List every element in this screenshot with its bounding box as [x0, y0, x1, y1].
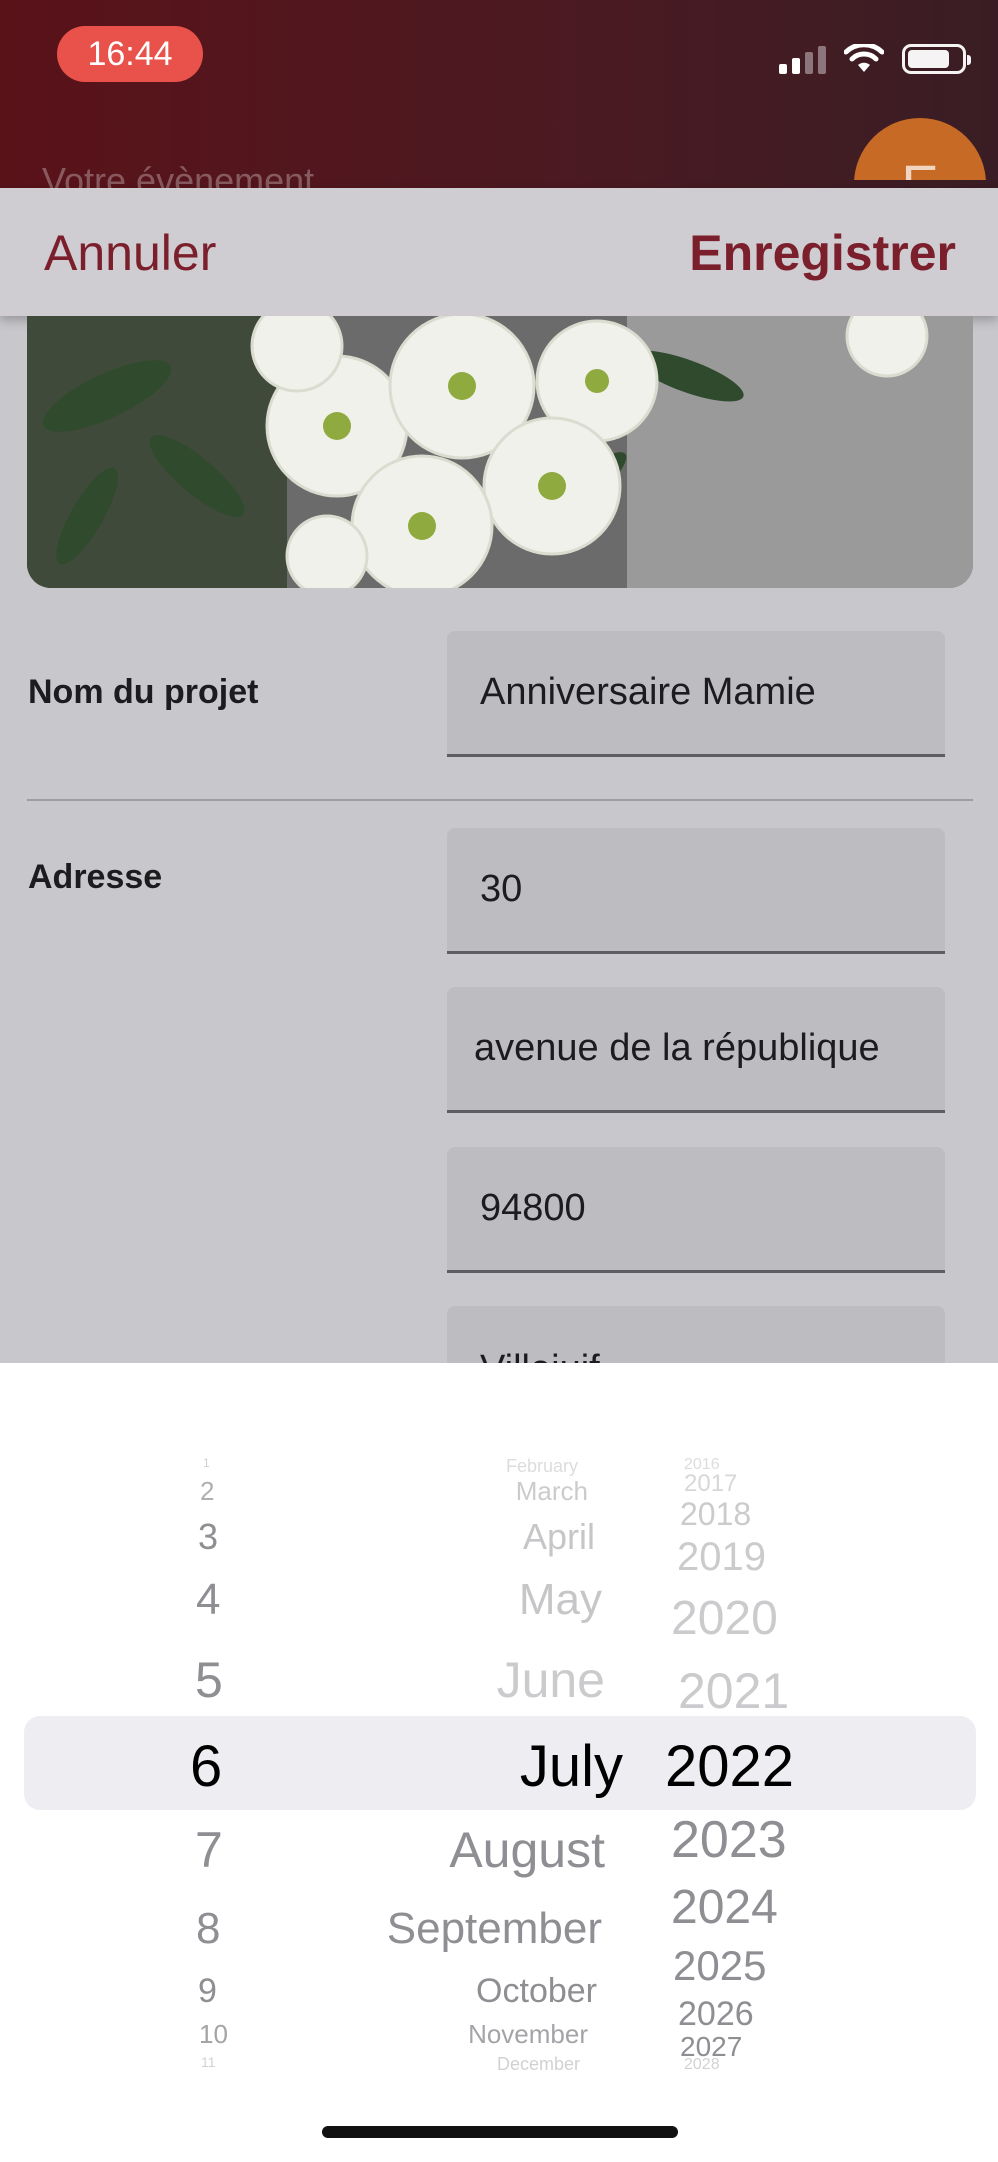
address-street-field[interactable]: avenue de la république [447, 987, 945, 1113]
year-option[interactable]: 2024 [671, 1880, 778, 1935]
month-option[interactable]: March [516, 1476, 588, 1507]
divider [27, 799, 973, 801]
year-option[interactable]: 2020 [671, 1591, 778, 1646]
day-option[interactable]: 4 [196, 1575, 220, 1625]
year-option[interactable]: 2026 [678, 1995, 754, 2034]
month-option[interactable]: August [449, 1821, 605, 1879]
day-option-selected[interactable]: 6 [190, 1733, 222, 1800]
month-option[interactable]: November [468, 2019, 588, 2050]
wifi-icon [844, 44, 884, 72]
address-postcode-field[interactable]: 94800 [447, 1147, 945, 1273]
address-postcode-value: 94800 [480, 1187, 586, 1229]
month-option[interactable]: May [519, 1575, 602, 1625]
day-option[interactable]: 3 [198, 1516, 218, 1558]
day-option[interactable]: 8 [196, 1904, 220, 1954]
month-option[interactable]: February [506, 1456, 578, 1477]
day-option[interactable]: 10 [199, 2019, 228, 2050]
year-option[interactable]: 2025 [673, 1942, 766, 1990]
day-option[interactable]: 1 [203, 1456, 210, 1470]
day-option[interactable]: 9 [198, 1972, 217, 2011]
month-option[interactable]: June [497, 1651, 605, 1709]
signal-icon [779, 44, 826, 74]
address-street-value: avenue de la république [474, 1027, 880, 1069]
year-option[interactable]: 2018 [680, 1496, 751, 1533]
month-option[interactable]: April [523, 1516, 595, 1558]
year-option[interactable]: 2021 [678, 1662, 789, 1720]
battery-icon [902, 44, 971, 74]
address-number-value: 30 [480, 868, 523, 910]
save-button[interactable]: Enregistrer [689, 224, 956, 282]
flowers-image [27, 316, 973, 588]
year-option[interactable]: 2017 [684, 1470, 737, 1498]
day-option[interactable]: 5 [195, 1651, 223, 1709]
status-bar: 16:44 Votre évènement E [0, 0, 998, 201]
year-option[interactable]: 2019 [677, 1535, 766, 1580]
day-option[interactable]: 11 [201, 2054, 216, 2070]
status-time: 16:44 [57, 26, 203, 82]
modal-action-bar: Annuler Enregistrer [0, 188, 998, 316]
cancel-button[interactable]: Annuler [44, 224, 216, 282]
day-option[interactable]: 7 [195, 1821, 223, 1879]
address-label: Adresse [28, 858, 163, 896]
month-option[interactable]: September [387, 1904, 602, 1954]
project-name-value: Anniversaire Mamie [480, 671, 816, 713]
date-picker-selection-highlight [24, 1716, 976, 1810]
year-option[interactable]: 2028 [684, 2056, 720, 2074]
address-number-field[interactable]: 30 [447, 828, 945, 954]
month-option[interactable]: October [476, 1972, 597, 2011]
status-icons [779, 44, 971, 74]
month-option-selected[interactable]: July [520, 1733, 623, 1800]
year-option-selected[interactable]: 2022 [665, 1733, 794, 1800]
day-option[interactable]: 2 [200, 1476, 214, 1507]
month-option[interactable]: December [497, 2054, 580, 2075]
event-photo[interactable] [27, 316, 973, 588]
project-name-field[interactable]: Anniversaire Mamie [447, 631, 945, 757]
project-name-label: Nom du projet [28, 673, 259, 711]
year-option[interactable]: 2023 [671, 1810, 787, 1870]
home-indicator[interactable] [322, 2126, 678, 2138]
